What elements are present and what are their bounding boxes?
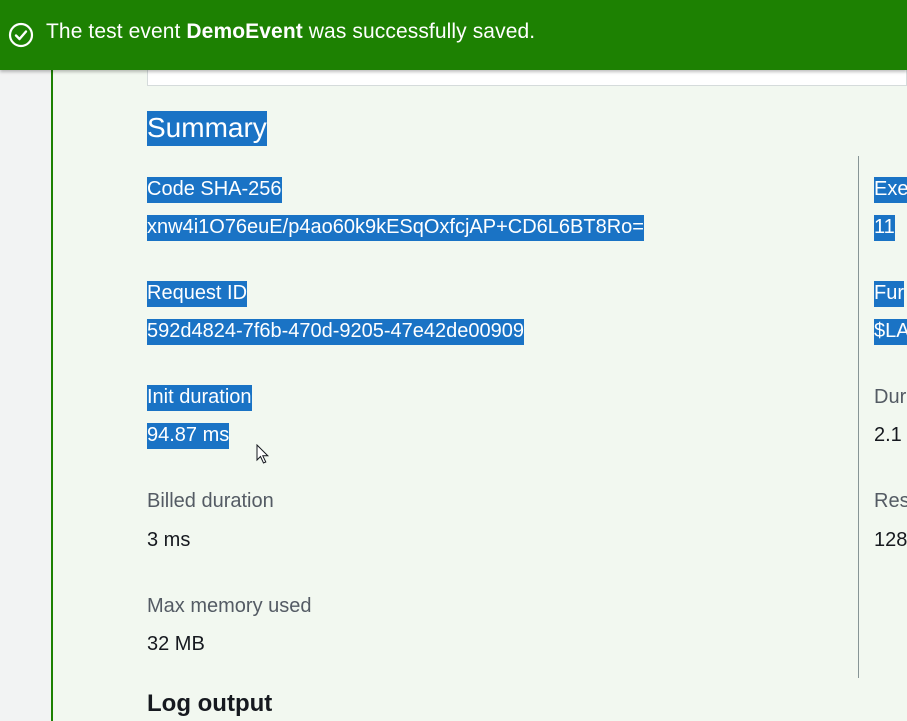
function-version-value: $LA — [874, 319, 907, 345]
check-circle-icon — [8, 22, 34, 48]
summary-heading: Summary — [147, 111, 267, 146]
resources-value: 128 — [874, 529, 907, 551]
code-sha-value: xnw4i1O76euE/p4ao60k9kESqOxfcjAP+CD6L6BT… — [147, 215, 644, 241]
execution-value: 11 — [874, 215, 895, 241]
flash-event-name: DemoEvent — [186, 20, 303, 43]
left-gutter — [0, 0, 51, 721]
code-sha-label: Code SHA-256 — [147, 177, 282, 203]
duration-label: Dur — [874, 386, 907, 408]
request-id-value: 592d4824-7f6b-470d-9205-47e42de00909 — [147, 319, 525, 345]
column-divider — [858, 156, 859, 678]
request-id-label: Request ID — [147, 281, 248, 307]
flash-message-suffix: was successfully saved. — [302, 20, 536, 43]
log-output-heading: Log output — [147, 690, 273, 717]
max-memory-value: 32 MB — [147, 633, 205, 655]
init-duration-value: 94.87 ms — [147, 423, 230, 449]
success-flash-banner: The test event DemoEvent was successfull… — [0, 0, 907, 70]
billed-duration-value: 3 ms — [147, 529, 191, 551]
flash-message: The test event DemoEvent was successfull… — [46, 20, 535, 44]
billed-duration-label: Billed duration — [147, 490, 274, 512]
mouse-cursor-icon — [256, 444, 270, 464]
function-version-label: Fur — [874, 281, 904, 307]
resources-label: Res — [874, 490, 907, 512]
execution-label: Exe — [874, 177, 907, 203]
flash-message-prefix: The test event — [46, 20, 187, 43]
duration-value: 2.1 — [874, 424, 902, 446]
init-duration-label: Init duration — [147, 385, 252, 411]
max-memory-label: Max memory used — [147, 595, 312, 617]
